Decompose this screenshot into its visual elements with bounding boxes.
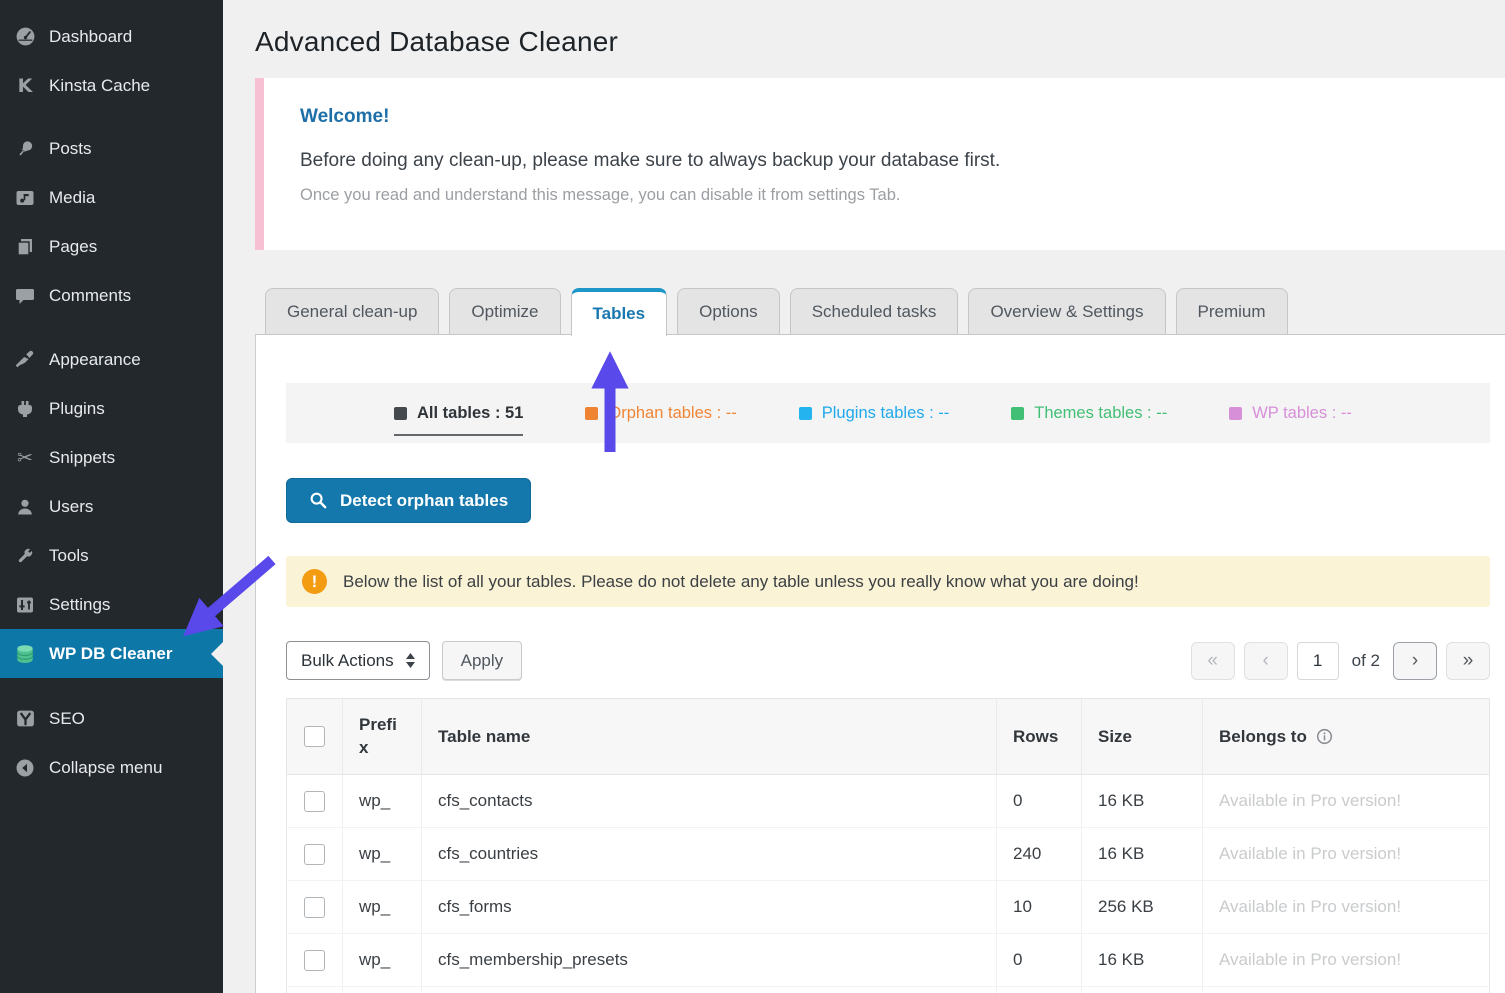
pages-icon bbox=[14, 236, 36, 258]
table-row: wp_ cfs_countries 240 16 KB Available in… bbox=[287, 828, 1490, 881]
table-row: wp_ cfs_contacts 0 16 KB Available in Pr… bbox=[287, 775, 1490, 828]
filter-color-swatch bbox=[394, 407, 407, 420]
plugin-icon bbox=[14, 398, 36, 420]
media-icon bbox=[14, 187, 36, 209]
sidebar-spacer bbox=[0, 320, 223, 335]
tab-bar: General clean-up Optimize Tables Options… bbox=[255, 288, 1505, 335]
column-header-table-name: Table name bbox=[422, 699, 997, 775]
apply-button[interactable]: Apply bbox=[442, 641, 523, 680]
sidebar-item-users[interactable]: Users bbox=[0, 482, 223, 531]
warning-notice: ! Below the list of all your tables. Ple… bbox=[286, 556, 1490, 607]
list-toolbar: Bulk Actions Apply « ‹ of 2 › » bbox=[286, 641, 1490, 680]
sidebar-item-wp-db-cleaner[interactable]: WP DB Cleaner bbox=[0, 629, 223, 678]
column-header-prefix: Prefix bbox=[343, 699, 422, 775]
page-title: Advanced Database Cleaner bbox=[255, 26, 618, 58]
pagination: « ‹ of 2 › » bbox=[1191, 642, 1490, 680]
current-page-input[interactable] bbox=[1297, 642, 1339, 680]
sidebar-spacer bbox=[0, 110, 223, 124]
tab-optimize[interactable]: Optimize bbox=[449, 288, 560, 334]
sidebar-item-pages[interactable]: Pages bbox=[0, 222, 223, 271]
tables-tab-panel: All tables : 51 Orphan tables : -- Plugi… bbox=[255, 335, 1505, 993]
welcome-heading: Welcome! bbox=[300, 106, 1505, 128]
warning-text: Below the list of all your tables. Pleas… bbox=[343, 572, 1139, 592]
welcome-message: Before doing any clean-up, please make s… bbox=[300, 150, 1505, 172]
wrench-icon bbox=[14, 545, 36, 567]
detect-orphan-tables-button[interactable]: Detect orphan tables bbox=[286, 478, 531, 523]
filter-themes-tables[interactable]: Themes tables : -- bbox=[1011, 404, 1167, 423]
table-row: wp_ cfs_membership_presets 0 16 KB Avail… bbox=[287, 934, 1490, 987]
row-checkbox[interactable] bbox=[304, 844, 325, 865]
filter-color-swatch bbox=[1229, 407, 1242, 420]
sidebar-item-seo[interactable]: SEO bbox=[0, 694, 223, 743]
filter-plugins-tables[interactable]: Plugins tables : -- bbox=[799, 404, 949, 423]
admin-sidebar: Dashboard K Kinsta Cache Posts Media Pag… bbox=[0, 0, 223, 993]
database-icon bbox=[14, 643, 36, 665]
sidebar-item-collapse-menu[interactable]: Collapse menu bbox=[0, 743, 223, 792]
row-checkbox[interactable] bbox=[304, 897, 325, 918]
table-row: wp_ cfs_forms 10 256 KB Available in Pro… bbox=[287, 881, 1490, 934]
welcome-note: Once you read and understand this messag… bbox=[300, 186, 1505, 205]
tab-options[interactable]: Options bbox=[677, 288, 780, 334]
first-page-button[interactable]: « bbox=[1191, 642, 1235, 680]
warning-icon: ! bbox=[302, 569, 327, 594]
column-header-rows: Rows bbox=[997, 699, 1082, 775]
wordpress-admin: Dashboard K Kinsta Cache Posts Media Pag… bbox=[0, 0, 1505, 993]
settings-icon bbox=[14, 594, 36, 616]
sidebar-item-dashboard[interactable]: Dashboard bbox=[0, 12, 223, 61]
tab-premium[interactable]: Premium bbox=[1176, 288, 1288, 334]
collapse-icon bbox=[14, 757, 36, 779]
bulk-actions-select[interactable]: Bulk Actions bbox=[286, 641, 430, 680]
scissors-icon: ✂ bbox=[14, 447, 36, 469]
column-header-size: Size bbox=[1082, 699, 1203, 775]
tables-list: Prefix Table name Rows Size Belongs to bbox=[286, 698, 1490, 993]
sidebar-item-appearance[interactable]: Appearance bbox=[0, 335, 223, 384]
pin-icon bbox=[14, 138, 36, 160]
filter-wp-tables[interactable]: WP tables : -- bbox=[1229, 404, 1352, 423]
dashboard-icon bbox=[14, 26, 36, 48]
seo-icon bbox=[14, 708, 36, 730]
search-icon bbox=[309, 491, 328, 510]
select-arrows-icon bbox=[404, 652, 417, 669]
table-header-row: Prefix Table name Rows Size Belongs to bbox=[287, 699, 1490, 775]
filter-color-swatch bbox=[1011, 407, 1024, 420]
comments-icon bbox=[14, 285, 36, 307]
tab-scheduled-tasks[interactable]: Scheduled tasks bbox=[790, 288, 959, 334]
user-icon bbox=[14, 496, 36, 518]
sidebar-item-posts[interactable]: Posts bbox=[0, 124, 223, 173]
last-page-button[interactable]: » bbox=[1446, 642, 1490, 680]
prev-page-button[interactable]: ‹ bbox=[1244, 642, 1288, 680]
filter-color-swatch bbox=[585, 407, 598, 420]
welcome-notice: Welcome! Before doing any clean-up, plea… bbox=[255, 78, 1505, 250]
tab-tables[interactable]: Tables bbox=[571, 288, 668, 336]
filter-all-tables[interactable]: All tables : 51 bbox=[394, 404, 523, 423]
page-count-label: of 2 bbox=[1352, 651, 1380, 671]
sidebar-item-kinsta-cache[interactable]: K Kinsta Cache bbox=[0, 61, 223, 110]
main-content: Advanced Database Cleaner Welcome! Befor… bbox=[223, 0, 1505, 993]
row-checkbox[interactable] bbox=[304, 950, 325, 971]
sidebar-item-snippets[interactable]: ✂ Snippets bbox=[0, 433, 223, 482]
brush-icon bbox=[14, 349, 36, 371]
sidebar-item-comments[interactable]: Comments bbox=[0, 271, 223, 320]
row-checkbox[interactable] bbox=[304, 791, 325, 812]
filter-color-swatch bbox=[799, 407, 812, 420]
sidebar-item-settings[interactable]: Settings bbox=[0, 580, 223, 629]
next-page-button[interactable]: › bbox=[1393, 642, 1437, 680]
tab-overview-settings[interactable]: Overview & Settings bbox=[968, 288, 1165, 334]
table-type-filters: All tables : 51 Orphan tables : -- Plugi… bbox=[286, 383, 1490, 443]
column-header-belongs-to: Belongs to bbox=[1203, 699, 1490, 775]
kinsta-icon: K bbox=[14, 75, 36, 97]
tab-general-clean-up[interactable]: General clean-up bbox=[265, 288, 439, 334]
info-icon[interactable] bbox=[1316, 728, 1333, 745]
sidebar-item-tools[interactable]: Tools bbox=[0, 531, 223, 580]
sidebar-spacer bbox=[0, 678, 223, 694]
select-all-checkbox[interactable] bbox=[304, 726, 325, 747]
sidebar-item-plugins[interactable]: Plugins bbox=[0, 384, 223, 433]
sidebar-item-media[interactable]: Media bbox=[0, 173, 223, 222]
table-row bbox=[287, 987, 1490, 993]
filter-orphan-tables[interactable]: Orphan tables : -- bbox=[585, 404, 736, 423]
